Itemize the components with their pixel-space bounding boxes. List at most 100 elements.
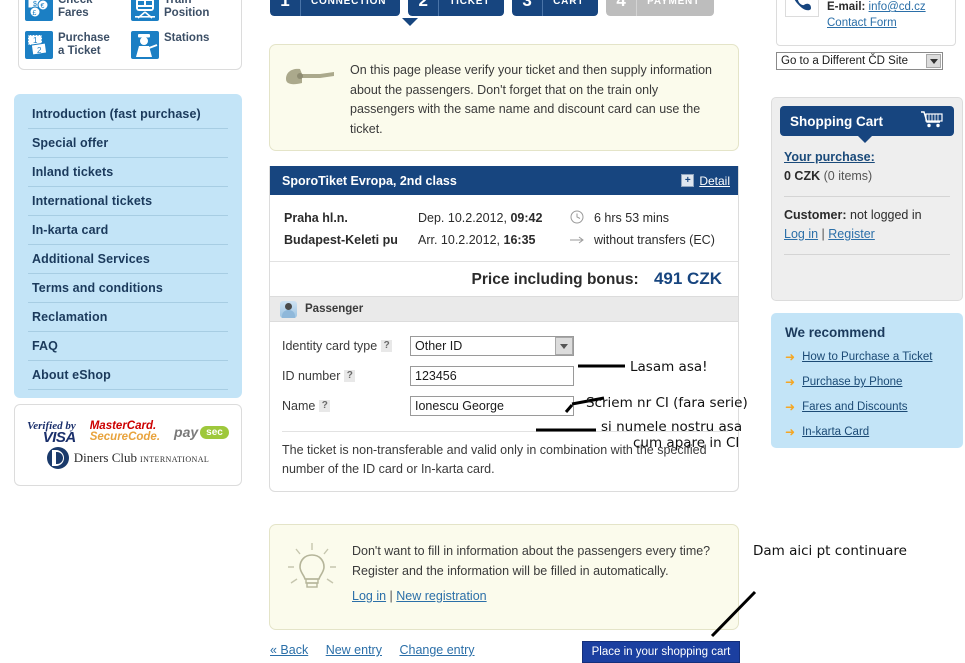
sidebar-item-faq[interactable]: FAQ [28,332,228,361]
identity-card-type-label: Identity card type [282,339,378,353]
sidebar-item-international-tickets[interactable]: International tickets [28,187,228,216]
cart-register-link[interactable]: Register [828,227,875,241]
quick-link-train-position[interactable]: Train Position [131,0,237,31]
left-sidebar: $ € £ Check Fares Train Position 1 2 Pur… [0,0,258,663]
departure-time-prefix: Dep. 10.2.2012, [418,211,507,225]
sidebar-item-about-eshop[interactable]: About eShop [28,361,228,390]
step-label: CART [542,0,599,16]
departure-station: Praha hl.n. [284,211,348,225]
step-cart[interactable]: 3 CART [512,0,599,16]
recommend-link[interactable]: Fares and Discounts [802,401,907,413]
sidebar-item-in-karta-card[interactable]: In-karta card [28,216,228,245]
recommend-item-in-karta-card[interactable]: ➜ In-karta Card [785,425,953,439]
svg-text:£: £ [33,10,37,17]
clock-icon [570,210,594,227]
paysec-pay: pay [174,424,199,440]
diners-line1: Diners Club [73,449,137,465]
customer-label: Customer: [784,208,847,222]
site-select[interactable]: Go to a Different ČD Site [776,52,943,70]
main-content: 1 CONNECTION 2 TICKET 3 CART 4 PAYMENT O… [262,0,754,663]
sidebar-item-special-offer[interactable]: Special offer [28,129,228,158]
name-input[interactable] [410,396,574,416]
email-link[interactable]: info@cd.cz [869,1,926,13]
place-in-shopping-cart-button[interactable]: Place in your shopping cart [582,641,740,663]
divider [784,196,950,197]
arrow-right-icon: ➜ [785,425,796,439]
label-line: Check [58,0,93,6]
sidebar-item-introduction[interactable]: Introduction (fast purchase) [28,100,228,129]
sidebar-item-additional-services[interactable]: Additional Services [28,245,228,274]
lightbulb-icon [286,541,338,604]
contact-box: Tel.: +420 840 112 113 E-mail: info@cd.c… [776,0,956,46]
change-entry-link[interactable]: Change entry [399,643,474,657]
journey-duration: 6 hrs 53 mins [594,211,670,225]
journey-row-departure: Praha hl.n. Dep. 10.2.2012, 09:42 6 hrs … [284,207,726,229]
paysec-sec: sec [200,425,229,439]
step-number: 3 [512,0,543,16]
cart-amount: 0 CZK [784,169,821,183]
recommend-link[interactable]: How to Purchase a Ticket [802,351,932,363]
recommend-link[interactable]: In-karta Card [802,426,869,438]
arrow-right-icon: ➜ [785,400,796,414]
step-number: 4 [606,0,637,16]
cart-amount-row: 0 CZK (0 items) [784,169,950,183]
quick-link-label: Stations [164,31,209,45]
price-value: 491 CZK [653,269,722,288]
link-separator: | [821,227,825,241]
quick-links-box: $ € £ Check Fares Train Position 1 2 Pur… [18,0,242,70]
quick-link-label: Train Position [164,0,209,20]
help-icon[interactable]: ? [344,370,356,382]
avatar [280,300,297,318]
transfers-info: without transfers (EC) [594,233,715,247]
visa-line2: VISA [42,429,77,446]
price-label: Price including bonus: [471,271,639,288]
label-line: Purchase [58,32,110,44]
sidebar-item-reclamation[interactable]: Reclamation [28,303,228,332]
quick-link-stations[interactable]: Stations [131,31,237,69]
register-suggestion-box: Don't want to fill in information about … [269,524,739,630]
chevron-down-icon[interactable] [926,54,941,68]
arrival-station: Budapest-Keleti pu [284,233,398,247]
expand-plus-icon[interactable]: + [681,174,695,187]
mastercard-securecode-logo: MasterCard. SecureCode. [90,420,160,443]
recommend-item-fares-and-discounts[interactable]: ➜ Fares and Discounts [785,400,953,414]
new-registration-link[interactable]: New registration [396,589,486,603]
back-link[interactable]: « Back [270,643,308,657]
login-link[interactable]: Log in [352,589,386,603]
quick-link-check-fares[interactable]: $ € £ Check Fares [25,0,131,31]
quick-link-label: Check Fares [58,0,93,20]
identity-card-type-select[interactable]: Other ID [410,336,574,356]
label-line: Train [164,0,192,6]
annotation-text-2: Scriem nr CI (fara serie) [586,395,748,411]
help-icon[interactable]: ? [381,340,393,352]
step-connection[interactable]: 1 CONNECTION [270,0,401,16]
step-label: CONNECTION [300,0,401,16]
page-notice: On this page please verify your ticket a… [269,44,739,151]
arrival-time-prefix: Arr. 10.2.2012, [418,233,501,247]
cart-login-link[interactable]: Log in [784,227,818,241]
step-ticket[interactable]: 2 TICKET [408,0,505,16]
we-recommend-box: We recommend ➜ How to Purchase a Ticket … [771,313,963,448]
recommend-item-how-to-purchase[interactable]: ➜ How to Purchase a Ticket [785,350,953,364]
id-number-label: ID number [282,369,341,383]
ticket-detail-link[interactable]: Detail [699,174,730,188]
quick-link-purchase-ticket[interactable]: 1 2 Purchase a Ticket [25,31,131,69]
chevron-down-icon[interactable] [555,337,573,355]
register-links: Log in | New registration [352,589,710,603]
contact-form-link[interactable]: Contact Form [827,17,897,29]
label-line: a Ticket [58,45,101,57]
help-icon[interactable]: ? [319,400,331,412]
diners-club-mark-icon [46,447,69,469]
bottom-links: « Back New entry Change entry [270,643,489,657]
recommend-item-purchase-by-phone[interactable]: ➜ Purchase by Phone [785,375,953,389]
new-entry-link[interactable]: New entry [326,643,382,657]
sidebar-item-terms-and-conditions[interactable]: Terms and conditions [28,274,228,303]
recommend-link[interactable]: Purchase by Phone [802,376,902,388]
your-purchase-link[interactable]: Your purchase: [784,150,875,164]
notice-text: On this page please verify your ticket a… [350,63,713,136]
customer-links: Log in | Register [784,227,950,241]
id-number-input[interactable] [410,366,574,386]
identity-card-type-label-group: Identity card type ? [282,339,410,353]
sidebar-item-inland-tickets[interactable]: Inland tickets [28,158,228,187]
register-text: Don't want to fill in information about … [352,541,710,581]
